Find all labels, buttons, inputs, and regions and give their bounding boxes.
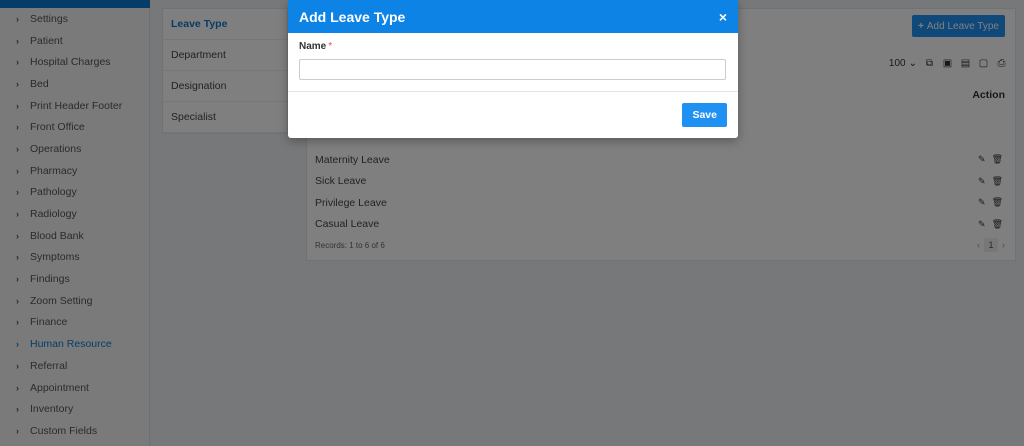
modal-header: Add Leave Type ×	[288, 0, 738, 33]
name-label-text: Name	[299, 41, 327, 52]
save-button[interactable]: Save	[682, 103, 727, 127]
name-input[interactable]	[299, 59, 726, 80]
modal-footer: Save	[288, 92, 738, 138]
add-leave-type-modal: Add Leave Type × Name * Save	[288, 0, 738, 138]
modal-title: Add Leave Type	[299, 8, 406, 25]
name-field-label: Name *	[299, 41, 727, 52]
required-mark: *	[328, 41, 333, 52]
close-icon[interactable]: ×	[719, 9, 727, 25]
modal-body: Name *	[288, 33, 738, 92]
